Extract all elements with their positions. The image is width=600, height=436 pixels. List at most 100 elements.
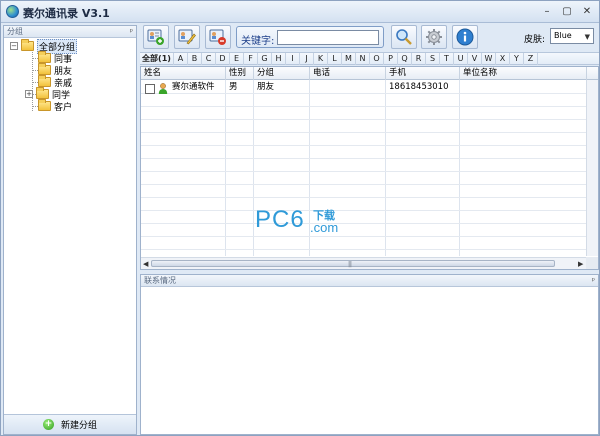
filter-letter-g[interactable]: G xyxy=(258,53,272,65)
filter-letter-j[interactable]: J xyxy=(300,53,314,65)
row-checkbox[interactable] xyxy=(145,84,155,94)
column-header-gender[interactable]: 性别 xyxy=(226,67,254,80)
filter-letter-d[interactable]: D xyxy=(216,53,230,65)
empty-row xyxy=(141,120,587,133)
filter-letter-l[interactable]: L xyxy=(328,53,342,65)
filter-letter-r[interactable]: R xyxy=(412,53,426,65)
empty-row xyxy=(141,185,587,198)
filter-letter-o[interactable]: O xyxy=(370,53,384,65)
pin-icon[interactable]: ᵖ xyxy=(130,26,133,37)
settings-button[interactable] xyxy=(421,25,447,49)
cell-phone xyxy=(310,81,313,94)
skin-select[interactable]: Blue ▼ xyxy=(550,28,594,44)
filter-letter-y[interactable]: Y xyxy=(510,53,524,65)
filter-letter-n[interactable]: N xyxy=(356,53,370,65)
edit-contact-button[interactable] xyxy=(174,25,200,49)
filter-all[interactable]: 全部(1) xyxy=(140,53,174,65)
search-icon xyxy=(396,29,412,45)
scrollbar-thumb[interactable]: ||| xyxy=(151,260,555,268)
tree-node-customers[interactable]: 客户 xyxy=(38,99,73,113)
watermark-pc: PC6 xyxy=(255,206,305,233)
contact-panel-title: 联系情况 xyxy=(144,276,176,285)
skin-value: Blue xyxy=(554,31,572,40)
add-contact-icon xyxy=(147,29,164,45)
tree-node-classmates[interactable]: + 同学 xyxy=(25,87,70,101)
new-group-button[interactable]: + 新建分组 xyxy=(4,414,136,434)
table-row[interactable]: 赛尔通软件 男 朋友 18618453010 xyxy=(141,81,587,94)
column-header-name[interactable]: 姓名 xyxy=(141,67,226,80)
filter-letter-i[interactable]: I xyxy=(286,53,300,65)
column-header-company[interactable]: 单位名称 xyxy=(460,67,587,80)
app-window: 赛尔通讯录 V3.1 – ▢ ✕ 分组 ᵖ − 全部分组 同事 朋友 亲戚 + … xyxy=(0,0,600,436)
scroll-left-icon[interactable]: ◀ xyxy=(143,260,148,268)
filter-letter-h[interactable]: H xyxy=(272,53,286,65)
grid-header: 姓名 性别 分组 电话 手机 单位名称 xyxy=(141,67,598,80)
empty-row xyxy=(141,172,587,185)
maximize-button[interactable]: ▢ xyxy=(559,6,575,18)
empty-row xyxy=(141,159,587,172)
column-header-group[interactable]: 分组 xyxy=(254,67,310,80)
toolbar: 关键字: 皮肤: Blue ▼ xyxy=(140,25,599,51)
filter-letter-w[interactable]: W xyxy=(482,53,496,65)
pin-icon[interactable]: ᵖ xyxy=(592,275,595,286)
folder-open-icon xyxy=(21,39,34,51)
watermark: PC6 下载 .com xyxy=(255,206,365,238)
new-group-label: 新建分组 xyxy=(60,421,97,431)
empty-row xyxy=(141,133,587,146)
filter-letter-b[interactable]: B xyxy=(188,53,202,65)
cell-mobile: 18618453010 xyxy=(389,82,449,92)
gear-icon xyxy=(426,29,442,45)
filter-letter-x[interactable]: X xyxy=(496,53,510,65)
folder-icon xyxy=(38,99,51,111)
column-header-mobile[interactable]: 手机 xyxy=(386,67,460,80)
filter-letter-p[interactable]: P xyxy=(384,53,398,65)
delete-contact-button[interactable] xyxy=(205,25,231,49)
group-panel-title: 分组 xyxy=(7,27,23,36)
cell-company xyxy=(460,81,463,94)
add-contact-button[interactable] xyxy=(143,25,169,49)
edit-contact-icon xyxy=(178,29,196,45)
empty-row xyxy=(141,94,587,107)
horizontal-scrollbar[interactable]: ◀ ||| ▶ xyxy=(141,257,588,269)
minimize-button[interactable]: – xyxy=(539,6,555,18)
filter-letter-k[interactable]: K xyxy=(314,53,328,65)
filter-letter-e[interactable]: E xyxy=(230,53,244,65)
column-header-phone[interactable]: 电话 xyxy=(310,67,386,80)
filter-letter-c[interactable]: C xyxy=(202,53,216,65)
scroll-right-icon[interactable]: ▶ xyxy=(578,260,583,268)
watermark-com: .com xyxy=(310,220,339,235)
person-icon xyxy=(158,83,168,94)
expand-icon[interactable]: + xyxy=(25,90,33,98)
title-bar: 赛尔通讯录 V3.1 – ▢ ✕ xyxy=(1,1,599,23)
search-button[interactable] xyxy=(391,25,417,49)
search-input[interactable] xyxy=(277,30,379,45)
search-box: 关键字: xyxy=(236,26,384,48)
filter-letter-z[interactable]: Z xyxy=(524,53,538,65)
filter-letter-a[interactable]: A xyxy=(174,53,188,65)
filter-letter-f[interactable]: F xyxy=(244,53,258,65)
folder-icon xyxy=(38,51,51,63)
empty-row xyxy=(141,146,587,159)
filter-letter-t[interactable]: T xyxy=(440,53,454,65)
contact-detail-panel: 联系情况 ᵖ xyxy=(140,274,599,435)
empty-row xyxy=(141,237,587,250)
collapse-icon[interactable]: − xyxy=(10,42,18,50)
contact-panel-header: 联系情况 ᵖ xyxy=(141,275,598,287)
about-button[interactable] xyxy=(452,25,478,49)
folder-icon xyxy=(38,75,51,87)
empty-row xyxy=(141,107,587,120)
grip-icon: ||| xyxy=(348,261,352,268)
filter-letter-q[interactable]: Q xyxy=(398,53,412,65)
filter-letter-v[interactable]: V xyxy=(468,53,482,65)
close-button[interactable]: ✕ xyxy=(579,6,595,18)
filter-letter-s[interactable]: S xyxy=(426,53,440,65)
filter-letter-u[interactable]: U xyxy=(454,53,468,65)
tree-node-label: 客户 xyxy=(54,102,73,113)
vertical-scrollbar[interactable] xyxy=(586,80,598,256)
skin-label: 皮肤: xyxy=(524,35,546,45)
letter-filter-bar: 全部(1) A B C D E F G H I J K L M N O P Q … xyxy=(140,52,599,65)
filter-letter-m[interactable]: M xyxy=(342,53,356,65)
search-label: 关键字: xyxy=(241,36,275,47)
cell-gender: 男 xyxy=(229,82,238,92)
window-controls: – ▢ ✕ xyxy=(539,6,595,18)
